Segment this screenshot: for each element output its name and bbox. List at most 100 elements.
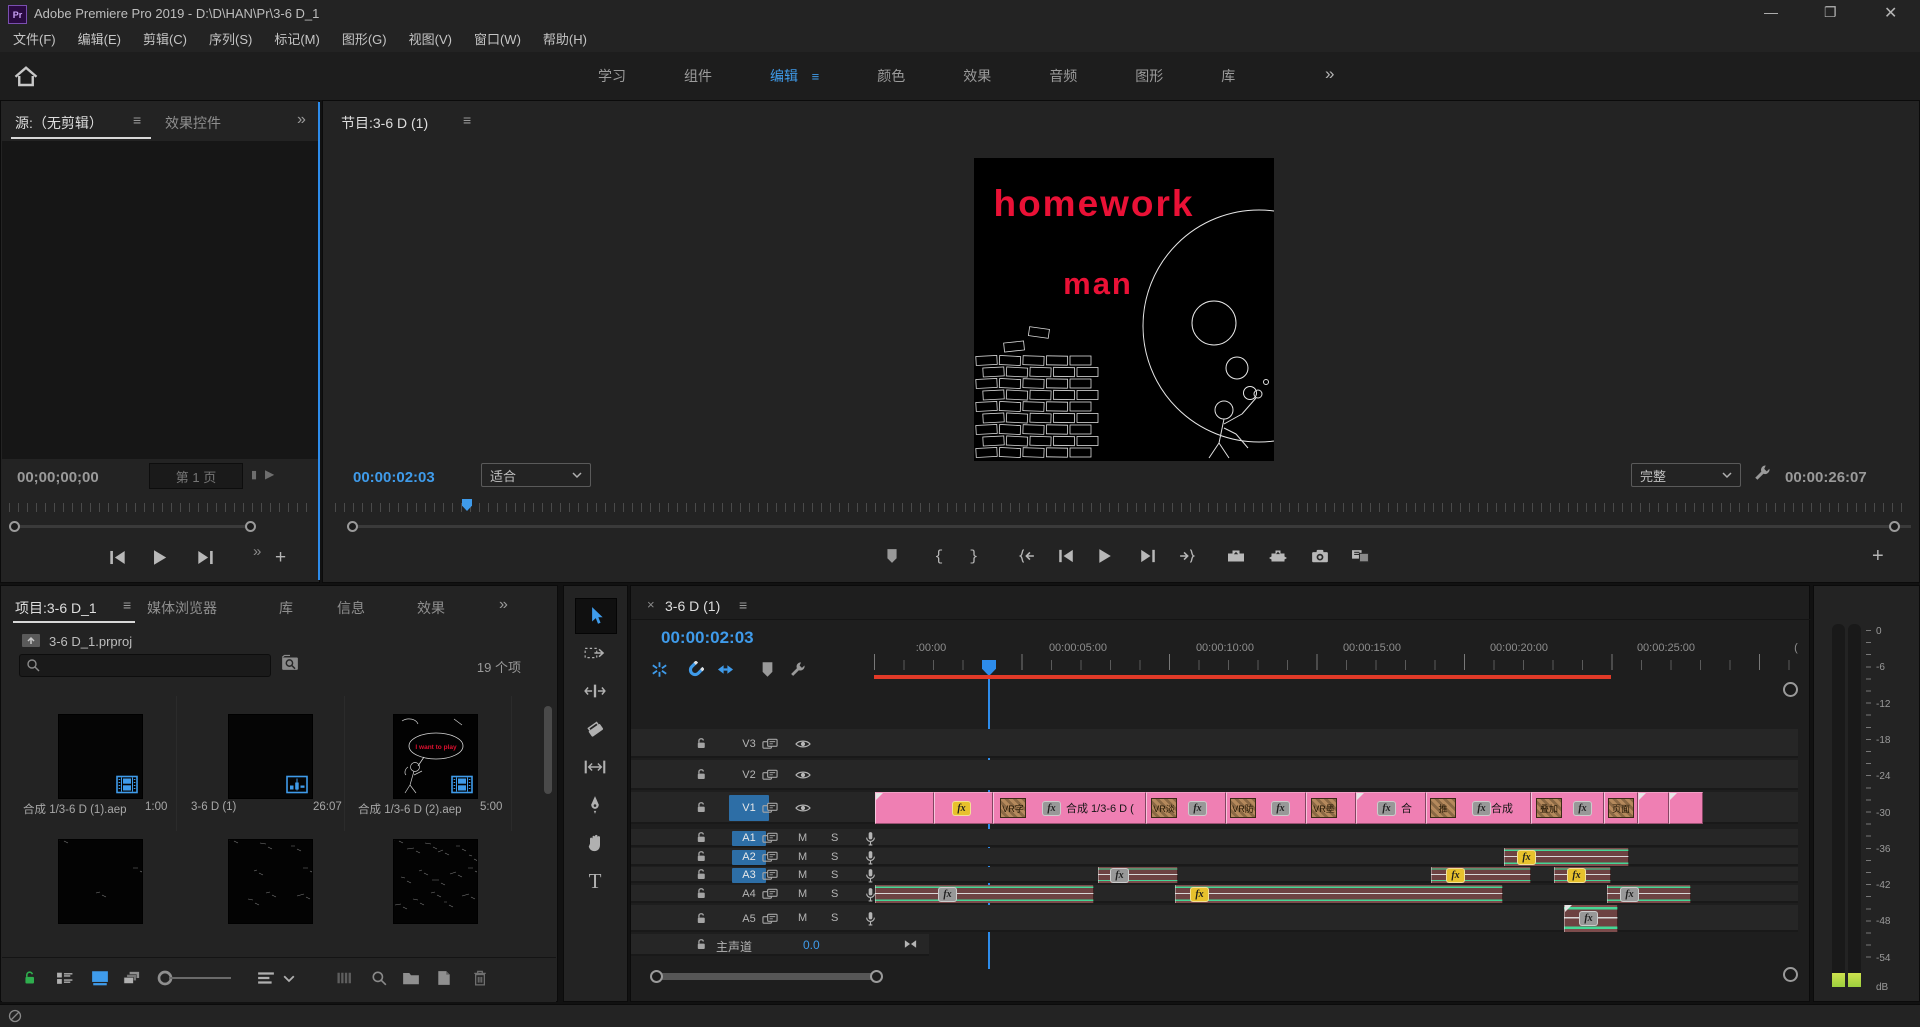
track-A1-mute-toggle[interactable]: M [798,832,807,844]
source-tabs-overflow-button[interactable]: » [297,111,306,129]
track-A2-mute-toggle[interactable]: M [798,851,807,863]
workspace-tab-库[interactable]: 库 [1221,66,1235,86]
project-scrollbar[interactable] [544,706,552,794]
fx-badge[interactable]: fx [1517,850,1536,865]
track-A5-sync-lock-toggle[interactable] [762,912,778,926]
menu-编辑(E)[interactable]: 编辑(E) [67,28,132,52]
audio-clip[interactable]: fx [1564,905,1618,932]
v1-clip[interactable]: 推fx合成 [1426,792,1531,824]
track-A3-solo-toggle[interactable]: S [831,869,838,881]
track-V3-visibility-toggle[interactable] [795,739,811,749]
pen-tool[interactable] [575,788,615,822]
track-A2-sync-lock-toggle[interactable] [762,850,778,864]
project-item-thumbnail[interactable]: I want to play [393,714,478,799]
track-A5-lock-toggle[interactable] [695,912,708,925]
panel-divider[interactable] [318,102,320,580]
fx-badge[interactable]: fx [1188,801,1207,816]
track-V3-sync-lock-toggle[interactable] [762,737,778,751]
track-A4-sync-lock-toggle[interactable] [762,887,778,901]
project-item-thumbnail[interactable] [228,839,313,924]
audio-clip[interactable]: fx [875,885,1094,903]
selection-tool[interactable] [575,598,617,634]
source-play-button[interactable] [151,549,168,566]
workspace-tab-menu-icon[interactable]: ≡ [808,69,819,84]
fx-badge[interactable]: fx [1110,868,1129,883]
track-A4-solo-toggle[interactable]: S [831,888,838,900]
menu-序列(S)[interactable]: 序列(S) [198,28,263,52]
source-timecode[interactable]: 00;00;00;00 [17,469,99,486]
workspace-tab-颜色[interactable]: 颜色 [877,66,905,86]
tab-项目:3-6 D_1[interactable]: 项目:3-6 D_1 [15,598,97,618]
freeform-view-button[interactable] [123,970,141,986]
fx-badge[interactable]: fx [1042,801,1061,816]
track-A3-sync-lock-toggle[interactable] [762,868,778,882]
snap-toggle[interactable] [687,661,704,678]
track-A5-mute-toggle[interactable]: M [798,912,807,924]
track-V2-lock-toggle[interactable] [695,768,708,781]
fx-badge[interactable]: fx [1567,868,1586,883]
master-lock-toggle[interactable] [695,938,708,951]
list-view-button[interactable] [56,970,74,986]
track-A3-record-toggle[interactable] [865,868,876,883]
comparison-view-button[interactable] [1351,548,1369,564]
v1-clip[interactable]: VR墨 [1306,792,1356,824]
track-A3-mute-toggle[interactable]: M [798,869,807,881]
v1-clip[interactable] [1669,792,1703,824]
close-button[interactable]: ✕ [1884,3,1897,23]
home-icon[interactable] [14,65,38,87]
fx-badge[interactable]: fx [1271,801,1290,816]
timeline-timecode[interactable]: 00:00:02:03 [661,628,754,648]
track-A5-solo-toggle[interactable]: S [831,912,838,924]
tab-效果[interactable]: 效果 [417,598,445,618]
workspace-tab-组件[interactable]: 组件 [684,66,712,86]
track-A3-name[interactable]: A3 [732,868,766,883]
program-settings-wrench-icon[interactable] [1753,464,1771,482]
timeline-tab-menu-icon[interactable]: ≡ [739,597,747,613]
v1-clip[interactable]: fx合 [1356,792,1426,824]
h-scroll-handle-right[interactable] [870,970,883,983]
menu-标记(M)[interactable]: 标记(M) [263,28,331,52]
project-file-name[interactable]: 3-6 D_1.prproj [49,634,132,649]
workspace-tab-编辑[interactable]: 编辑 ≡ [770,66,819,86]
track-A3-lock-toggle[interactable] [695,868,708,881]
step-back-button[interactable] [1057,548,1075,564]
search-bin-icon[interactable] [281,654,299,671]
project-item-thumbnail[interactable] [58,839,143,924]
tab-媒体浏览器[interactable]: 媒体浏览器 [147,598,217,618]
maximize-button[interactable]: ❐ [1824,4,1837,21]
fx-badge[interactable]: fx [1446,868,1465,883]
automate-to-sequence-button[interactable] [336,970,354,986]
track-A2-lock-toggle[interactable] [695,850,708,863]
source-zoom-scrollbar[interactable] [11,525,251,528]
add-marker-button[interactable] [759,661,776,678]
track-A1-sync-lock-toggle[interactable] [762,831,778,845]
workspace-tab-效果[interactable]: 效果 [963,66,991,86]
sync-status-icon[interactable] [8,1009,22,1023]
menu-剪辑(C)[interactable]: 剪辑(C) [132,28,198,52]
program-add-button[interactable]: + [1872,545,1884,568]
track-V1-sync-lock-toggle[interactable] [762,801,778,815]
project-item-name[interactable]: 合成 1/3-6 D (2).aep [358,801,478,817]
timeline-h-scrollbar[interactable] [656,973,876,980]
track-A2-solo-toggle[interactable]: S [831,851,838,863]
track-A1-name[interactable]: A1 [732,831,766,846]
go-to-out-button[interactable] [1179,548,1197,564]
timeline-ruler[interactable]: :00:0000:00:05:0000:00:10:0000:00:15:000… [874,638,1798,678]
project-search-input[interactable] [19,654,271,677]
fx-badge[interactable]: fx [1190,887,1209,902]
program-mini-ruler[interactable] [335,503,1909,512]
tab-效果控件[interactable]: 效果控件 [165,113,221,133]
h-scroll-handle-left[interactable] [650,970,663,983]
fx-badge[interactable]: fx [1377,801,1396,816]
track-A1-lock-toggle[interactable] [695,831,708,844]
tab-信息[interactable]: 信息 [337,598,365,618]
menu-窗口(W)[interactable]: 窗口(W) [463,28,532,52]
source-scrollbar-handle-left[interactable] [9,521,20,532]
track-V2-visibility-toggle[interactable] [795,770,811,780]
audio-clip[interactable]: fx [1431,867,1531,883]
v1-clip[interactable] [875,792,934,824]
v1-clip[interactable]: VR字fx合成 1/3-6 D ( [993,792,1146,824]
program-tab-menu-icon[interactable]: ≡ [463,112,471,128]
program-zoom-scrollbar[interactable] [351,525,1911,528]
lift-button[interactable] [1227,548,1245,564]
